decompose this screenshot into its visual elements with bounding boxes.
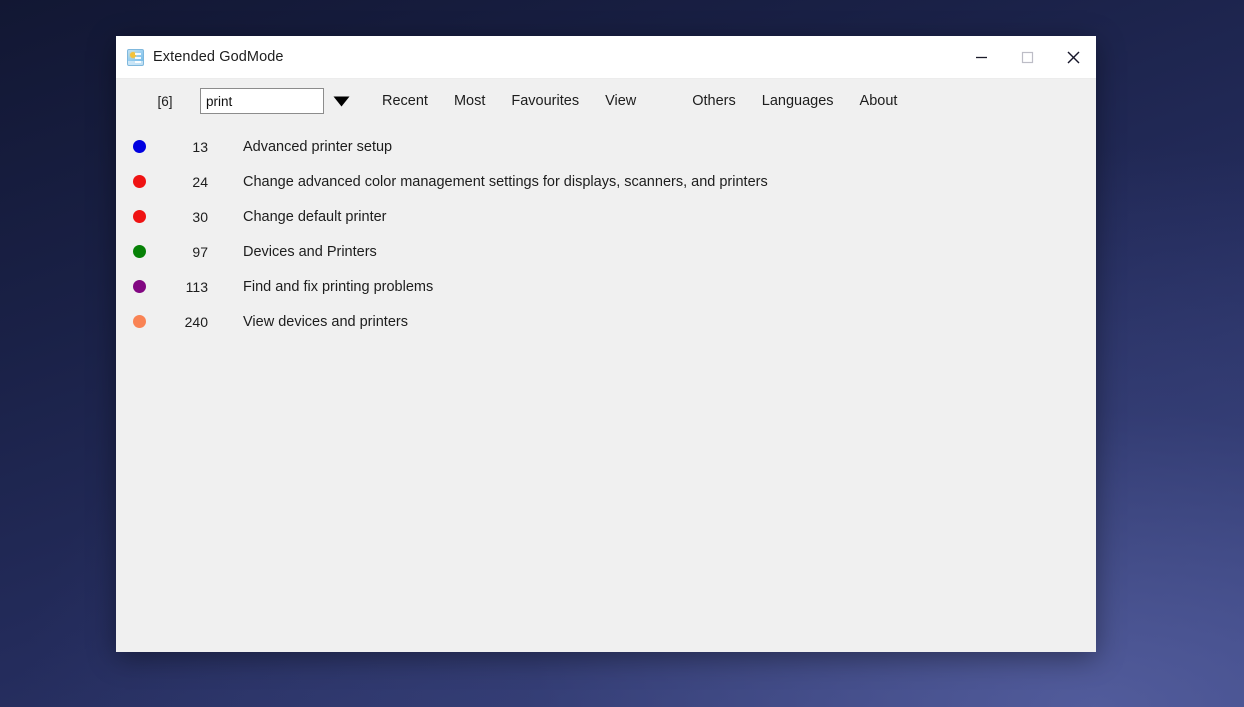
row-label[interactable]: Change default printer [243, 209, 387, 225]
circle-icon [132, 210, 146, 223]
picture-icon [127, 48, 144, 66]
row-number: 24 [192, 173, 208, 190]
circle-icon [132, 245, 146, 258]
table-row[interactable]: 13 Advanced printer setup [116, 129, 1096, 164]
row-number: 97 [192, 243, 208, 260]
table-row[interactable]: 240 View devices and printers [116, 304, 1096, 339]
search-input[interactable] [200, 88, 324, 114]
table-row[interactable]: 24 Change advanced color management sett… [116, 164, 1096, 199]
menu-item-most[interactable]: Most [452, 89, 487, 113]
title-bar: Extended GodMode [116, 36, 1096, 79]
menu-item-favourites[interactable]: Favourites [509, 89, 581, 113]
circle-icon [132, 315, 146, 328]
window-title: Extended GodMode [153, 49, 284, 65]
circle-icon [132, 175, 146, 188]
row-label[interactable]: Find and fix printing problems [243, 279, 433, 295]
circle-icon [132, 140, 146, 153]
row-color-dot-cell [116, 140, 152, 153]
minimize-icon [975, 56, 987, 58]
menu-item-recent[interactable]: Recent [380, 89, 430, 113]
menu-item-about[interactable]: About [858, 89, 900, 113]
chevron-down-icon [333, 96, 349, 106]
close-button[interactable] [1050, 36, 1096, 78]
table-row[interactable]: 113 Find and fix printing problems [116, 269, 1096, 304]
minimize-button[interactable] [958, 36, 1004, 78]
row-number: 240 [184, 313, 208, 330]
row-color-dot-cell [116, 280, 152, 293]
menu-item-view[interactable]: View [603, 89, 638, 113]
row-number: 30 [192, 208, 208, 225]
row-number: 113 [185, 278, 208, 295]
row-color-dot-cell [116, 245, 152, 258]
row-color-dot-cell [116, 210, 152, 223]
table-row[interactable]: 30 Change default printer [116, 199, 1096, 234]
menu-item-others[interactable]: Others [690, 89, 738, 113]
results-list: 13 Advanced printer setup 24 Change adva… [116, 123, 1096, 652]
circle-icon [132, 280, 146, 293]
result-count-badge: [6] [157, 93, 173, 109]
row-color-dot-cell [116, 315, 152, 328]
row-label[interactable]: Change advanced color management setting… [243, 174, 768, 190]
menu-item-languages[interactable]: Languages [760, 89, 836, 113]
application-window: Extended GodMode [6] print Recent Most F… [116, 36, 1096, 652]
row-label[interactable]: Advanced printer setup [243, 139, 392, 155]
maximize-icon [1021, 51, 1033, 63]
close-icon [1067, 51, 1079, 63]
maximize-button[interactable] [1004, 36, 1050, 78]
row-color-dot-cell [116, 175, 152, 188]
table-row[interactable]: 97 Devices and Printers [116, 234, 1096, 269]
toolbar: [6] Recent Most Favourites View Others L… [116, 79, 1096, 123]
row-number: 13 [192, 138, 208, 155]
desktop-background: Extended GodMode [6] print Recent Most F… [0, 0, 1244, 707]
row-label[interactable]: View devices and printers [243, 314, 408, 330]
search-history-dropdown-button[interactable] [324, 88, 358, 114]
row-label[interactable]: Devices and Printers [243, 244, 377, 260]
